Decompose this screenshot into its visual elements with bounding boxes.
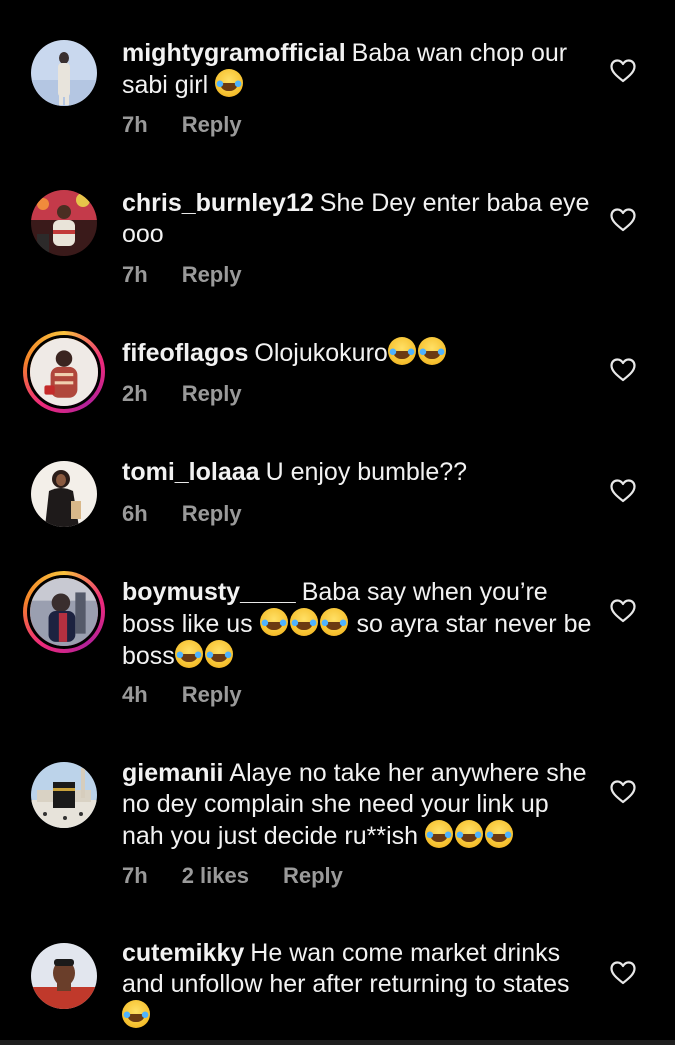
comment-text: giemanii Alaye no take her anywhere she n…: [122, 758, 592, 852]
laughing-emoji-icon: [424, 820, 453, 848]
like-heart-icon[interactable]: [610, 599, 636, 623]
comment-text: chris_burnley12 She Dey enter baba eye oo…: [122, 188, 592, 250]
comment-body: Olojukokuro: [254, 339, 388, 367]
avatar[interactable]: [31, 762, 97, 828]
laughing-emoji-icon: [215, 69, 244, 97]
comment-body: U enjoy bumble??: [265, 458, 468, 486]
laughing-emoji-icon: [387, 337, 416, 365]
comment-meta: 6h Reply: [122, 501, 276, 527]
comment-text: fifeoflagos Olojukokuro: [122, 337, 592, 369]
comment-text: boymusty____ Baba say when you’re boss li…: [122, 577, 592, 672]
comment-time: 7h: [122, 863, 148, 888]
comment-text: tomi_lolaaa U enjoy bumble??: [122, 457, 592, 488]
comment-time: 7h: [122, 112, 148, 137]
avatar[interactable]: [31, 943, 97, 1009]
comment-meta: 7h Reply: [122, 262, 276, 288]
like-heart-icon[interactable]: [610, 479, 636, 503]
like-heart-icon[interactable]: [610, 208, 636, 232]
reply-button[interactable]: Reply: [182, 501, 242, 526]
comment-username[interactable]: chris_burnley12: [122, 189, 314, 217]
laughing-emoji-icon: [319, 608, 348, 636]
reply-button[interactable]: Reply: [182, 112, 242, 137]
avatar[interactable]: [31, 40, 97, 106]
reply-button[interactable]: Reply: [182, 682, 242, 707]
bottom-divider: [0, 1040, 675, 1045]
avatar-with-story-ring[interactable]: [23, 571, 105, 653]
comment-meta: 2h Reply: [122, 381, 276, 407]
reply-button[interactable]: Reply: [283, 863, 343, 888]
like-heart-icon[interactable]: [610, 961, 636, 985]
comment-likes[interactable]: 2 likes: [182, 863, 249, 888]
laughing-emoji-icon: [204, 640, 233, 668]
comment-meta: 4h Reply: [122, 682, 276, 708]
comment-meta: 7h Reply: [122, 112, 276, 138]
comment-username[interactable]: giemanii: [122, 759, 223, 787]
comment-username[interactable]: tomi_lolaaa: [122, 458, 260, 486]
like-heart-icon[interactable]: [610, 59, 636, 83]
comment-username[interactable]: boymusty____: [122, 578, 296, 606]
like-heart-icon[interactable]: [610, 358, 636, 382]
reply-button[interactable]: Reply: [182, 262, 242, 287]
reply-button[interactable]: Reply: [182, 381, 242, 406]
comment-text: mightygramofficial Baba wan chop our sabi…: [122, 38, 592, 101]
laughing-emoji-icon: [417, 337, 446, 365]
avatar-with-story-ring[interactable]: [23, 331, 105, 413]
comment-time: 6h: [122, 501, 148, 526]
laughing-emoji-icon: [484, 820, 513, 848]
comment-username[interactable]: cutemikky: [122, 939, 244, 967]
comment-text: cutemikky He wan come market drinks and u…: [122, 938, 592, 1032]
laughing-emoji-icon: [289, 608, 318, 636]
laughing-emoji-icon: [174, 640, 203, 668]
avatar[interactable]: [31, 461, 97, 527]
comment-time: 7h: [122, 262, 148, 287]
laughing-emoji-icon: [122, 1000, 150, 1028]
comment-username[interactable]: fifeoflagos: [122, 339, 248, 367]
like-heart-icon[interactable]: [610, 780, 636, 804]
comment-meta: 7h 2 likes Reply: [122, 863, 377, 889]
comment-time: 4h: [122, 682, 148, 707]
laughing-emoji-icon: [259, 608, 288, 636]
laughing-emoji-icon: [454, 820, 483, 848]
comment-username[interactable]: mightygramofficial: [122, 39, 346, 67]
avatar[interactable]: [31, 190, 97, 256]
comment-time: 2h: [122, 381, 148, 406]
